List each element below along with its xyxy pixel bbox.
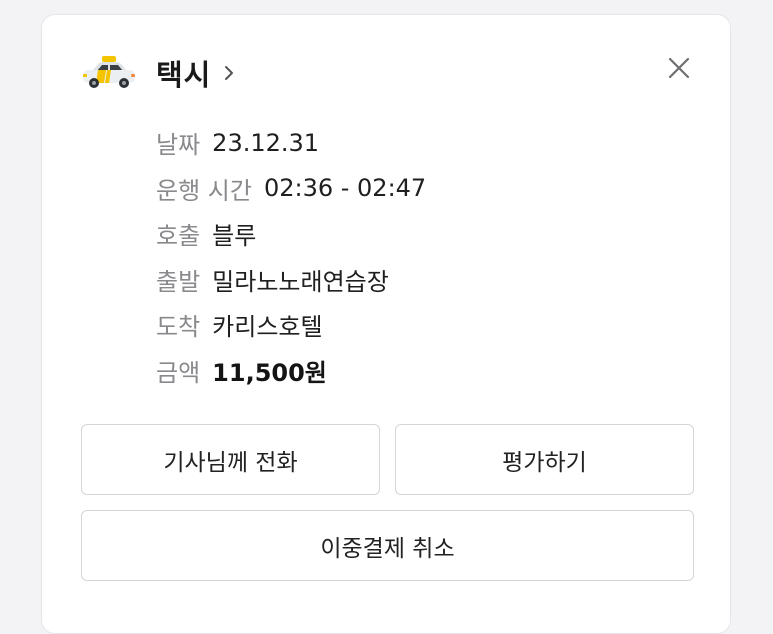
detail-row-departure: 출발 밀라노노래연습장 — [156, 257, 426, 303]
detail-row-date: 날짜 23.12.31 — [156, 120, 426, 166]
close-button[interactable] — [666, 55, 692, 81]
ride-detail-card: 택시 날짜 23.12.31 운행 시간 02:36 - 02:47 호출 블루 — [41, 14, 731, 634]
detail-row-amount: 금액 11,500원 — [156, 348, 426, 394]
service-title: 택시 — [156, 58, 212, 92]
detail-row-arrival: 도착 카리스호텔 — [156, 302, 426, 348]
detail-value: 카리스호텔 — [212, 313, 323, 342]
taxi-title-link[interactable]: 택시 — [156, 52, 235, 94]
rate-ride-button[interactable]: 평가하기 — [395, 424, 694, 495]
detail-label: 운행 시간 — [156, 176, 252, 205]
detail-value: 23.12.31 — [212, 128, 320, 157]
detail-value: 밀라노노래연습장 — [212, 267, 389, 296]
amount-value: 11,500원 — [212, 358, 327, 387]
detail-label: 날짜 — [156, 131, 201, 160]
taxi-icon — [80, 55, 138, 91]
detail-row-call-type: 호출 블루 — [156, 211, 426, 257]
card-header: 택시 — [80, 51, 235, 95]
detail-label: 출발 — [156, 267, 201, 296]
detail-label: 도착 — [156, 313, 201, 342]
detail-row-time: 운행 시간 02:36 - 02:47 — [156, 166, 426, 212]
chevron-right-icon — [223, 64, 235, 82]
ride-details: 날짜 23.12.31 운행 시간 02:36 - 02:47 호출 블루 출발… — [156, 120, 426, 393]
detail-value: 블루 — [212, 222, 257, 251]
close-icon — [666, 57, 692, 85]
detail-label: 금액 — [156, 358, 201, 387]
cancel-double-payment-button[interactable]: 이중결제 취소 — [81, 510, 694, 581]
detail-value: 02:36 - 02:47 — [263, 174, 427, 203]
call-driver-button[interactable]: 기사님께 전화 — [81, 424, 380, 495]
detail-label: 호출 — [156, 222, 201, 251]
